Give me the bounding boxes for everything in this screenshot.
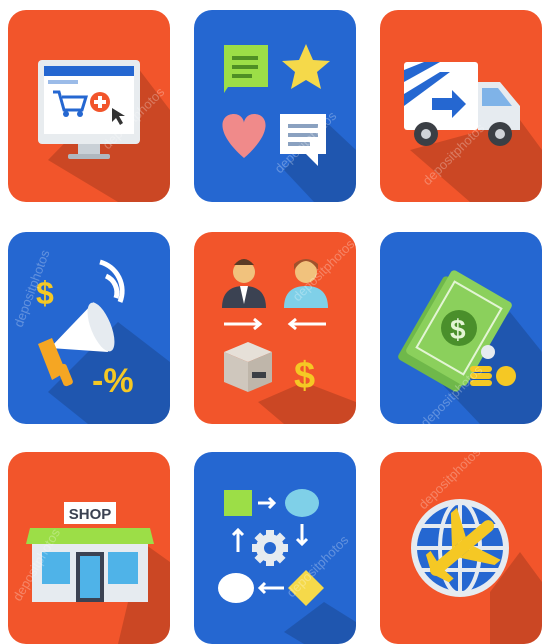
gear-icon <box>252 530 288 566</box>
marketing-tile[interactable]: $ -% depositphotos <box>8 232 170 424</box>
discount-text: -% <box>92 362 134 400</box>
process-tile[interactable]: depositphotos <box>194 452 356 644</box>
heart-icon <box>222 114 266 158</box>
delivery-tile[interactable]: depositphotos <box>380 10 542 202</box>
package-box-icon <box>224 342 272 392</box>
travel-tile[interactable]: depositphotos <box>380 452 542 644</box>
shop-sign-text: SHOP <box>69 506 112 523</box>
square-shape-icon <box>224 490 252 516</box>
arrow-left-icon <box>287 317 326 331</box>
shop-tile[interactable]: SHOP depositphotos <box>8 452 170 644</box>
green-chat-bubble-icon <box>224 45 268 93</box>
circle-shape-icon <box>285 489 319 517</box>
oval-shape-icon <box>218 573 254 603</box>
exchange-tile[interactable]: $ depositphotos <box>194 232 356 424</box>
feedback-tile[interactable]: depositphotos <box>194 10 356 202</box>
star-icon <box>282 44 330 89</box>
dollar-sign-text: $ <box>450 314 466 345</box>
money-tile[interactable]: $ depositphotos <box>380 232 542 424</box>
arrow-right-icon <box>224 317 263 331</box>
businessman-icon <box>222 259 266 308</box>
online-shop-tile[interactable]: depositphotos <box>8 10 170 202</box>
dollar-sign-text: $ <box>294 355 315 397</box>
